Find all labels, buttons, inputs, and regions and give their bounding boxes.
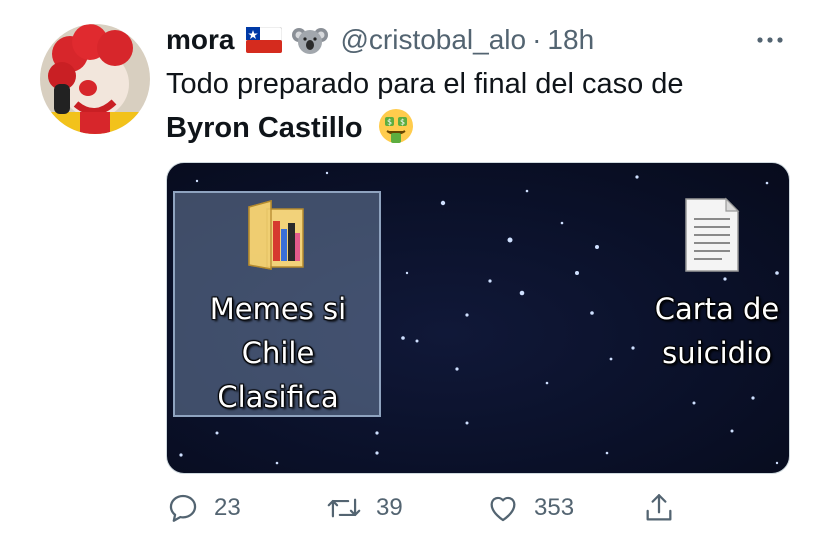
like-button[interactable]: 353 [486,490,574,526]
tweet-actions: 23 39 353 [166,490,786,526]
svg-text:$: $ [400,118,405,127]
folder-label-line: Memes si [209,292,347,326]
like-count: 353 [534,494,575,521]
reply-count: 23 [214,494,241,521]
file-label-line: Carta de [654,292,780,326]
separator-dot: · [532,24,542,55]
text-file-icon[interactable] [682,197,742,273]
clown-avatar-image [40,24,150,134]
file-label-line: suicidio [662,336,772,370]
timestamp[interactable]: 18h [547,24,594,56]
display-name[interactable]: mora [166,24,234,56]
reply-button[interactable]: 23 [166,490,241,526]
tweet-text: Todo preparado para el final del caso de… [166,62,806,150]
share-icon [646,494,672,521]
tweet-header: mora @cristobal_alo · 18h [166,20,594,60]
folder-label[interactable]: Memes si Chile Clasifica [175,287,381,419]
share-button[interactable] [642,490,676,526]
file-label[interactable]: Carta de suicidio [637,287,789,375]
folder-label-line: Chile [241,336,315,370]
user-handle[interactable]: @cristobal_alo [340,24,526,56]
tweet-text-line1: Todo preparado para el final del caso de [166,68,684,100]
retweet-button[interactable]: 39 [326,490,403,526]
folder-icon[interactable] [245,199,307,273]
chile-flag-icon [245,26,283,54]
retweet-count: 39 [376,494,403,521]
reply-icon [169,494,197,522]
more-options-icon[interactable] [754,30,786,50]
heart-icon [490,496,516,522]
folder-label-line: Clasifica [217,380,339,414]
svg-text:$: $ [387,118,392,127]
koala-icon [292,24,329,56]
avatar[interactable] [40,24,150,134]
tweet-text-bold: Byron Castillo [166,112,363,144]
money-mouth-face-icon: $ $ [377,107,415,145]
tweet-text-line2: Byron Castillo $ $ [166,106,806,150]
tweet-media-image[interactable]: Memes si Chile Clasifica Carta de suicid… [166,162,790,474]
retweet-icon [327,498,361,518]
